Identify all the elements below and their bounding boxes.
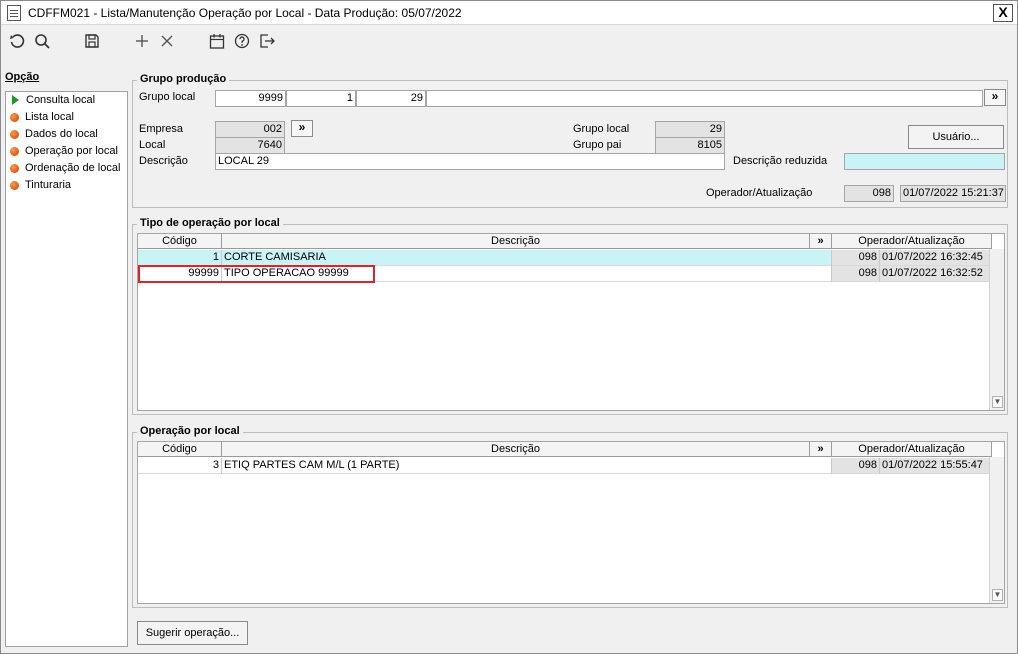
column-header-operador[interactable]: Operador/Atualização (832, 234, 992, 249)
descricao-reduzida-label: Descrição reduzida (733, 155, 828, 167)
grupo-pai-label: Grupo pai (573, 139, 622, 151)
local-field[interactable]: 7640 (215, 137, 285, 154)
tipo-operacao-table: Código Descrição » Operador/Atualização … (137, 233, 1005, 411)
title-bar: CDFFM021 - Lista/Manutenção Operação por… (1, 1, 1017, 25)
orange-dot-icon (10, 163, 19, 173)
save-icon[interactable] (82, 31, 102, 51)
operacao-local-table: Código Descrição » Operador/Atualização … (137, 441, 1005, 604)
grupo-local-description-field[interactable] (426, 90, 983, 107)
sidebar-item-lista-local[interactable]: Lista local (10, 109, 74, 125)
cell-operador: 098 (832, 458, 880, 474)
cell-data: 01/07/2022 16:32:45 (880, 250, 992, 266)
grupo-local-label: Grupo local (139, 91, 196, 103)
window-title: CDFFM021 - Lista/Manutenção Operação por… (28, 6, 462, 20)
column-header-operador[interactable]: Operador/Atualização (832, 442, 992, 457)
cell-descricao[interactable]: ETIQ PARTES CAM M/L (1 PARTE) (222, 458, 832, 474)
grupo-pai-field[interactable]: 8105 (655, 137, 725, 154)
column-header-descricao[interactable]: Descrição (222, 442, 810, 457)
cell-codigo[interactable]: 1 (138, 250, 222, 266)
toolbar (1, 26, 1017, 56)
operador-field: 098 (844, 185, 894, 202)
usuario-button[interactable]: Usuário... (908, 125, 1004, 149)
group-title: Operação por local (137, 425, 243, 437)
option-list: Consulta local Lista local Dados do loca… (5, 91, 128, 647)
grupo-local-field-2[interactable]: 1 (286, 90, 356, 107)
tipo-operacao-group: Tipo de operação por local Código Descri… (132, 217, 1008, 415)
close-button[interactable]: X (993, 4, 1013, 22)
atualizacao-field: 01/07/2022 15:21:37 (900, 185, 1006, 202)
calendar-icon[interactable] (207, 31, 227, 51)
grupo-local2-field[interactable]: 29 (655, 121, 725, 138)
sidebar-item-operacao-local[interactable]: Operação por local (10, 143, 118, 159)
descricao-field[interactable]: LOCAL 29 (215, 153, 725, 170)
sidebar-item-label: Ordenação de local (25, 162, 121, 174)
vertical-scrollbar[interactable]: ▼ (989, 249, 1004, 410)
empresa-label: Empresa (139, 123, 184, 135)
column-header-codigo[interactable]: Código (138, 442, 222, 457)
grupo-local2-label: Grupo local (573, 123, 630, 135)
sidebar-item-label: Operação por local (25, 145, 118, 157)
selection-highlight (138, 265, 375, 283)
sugerir-operacao-button[interactable]: Sugerir operação... (137, 621, 248, 645)
local-label: Local (139, 139, 166, 151)
vertical-scrollbar[interactable]: ▼ (989, 457, 1004, 603)
cell-data: 01/07/2022 15:55:47 (880, 458, 992, 474)
sidebar-item-dados-local[interactable]: Dados do local (10, 126, 98, 142)
group-title: Grupo produção (137, 73, 230, 85)
cell-operador: 098 (832, 250, 880, 266)
column-header-descricao[interactable]: Descrição (222, 234, 810, 249)
sidebar-item-consulta-local[interactable]: Consulta local (10, 92, 95, 108)
search-icon[interactable] (32, 31, 52, 51)
cell-operador: 098 (832, 266, 880, 282)
cell-descricao[interactable]: CORTE CAMISARIA (222, 250, 832, 266)
grupo-local-field-3[interactable]: 29 (356, 90, 426, 107)
undo-icon[interactable] (7, 31, 27, 51)
operacao-local-group: Operação por local Código Descrição » Op… (132, 425, 1008, 608)
delete-icon[interactable] (157, 31, 177, 51)
orange-dot-icon (10, 129, 19, 139)
sidebar-item-label: Consulta local (26, 94, 96, 106)
column-expand-button[interactable]: » (810, 442, 832, 457)
descricao-label: Descrição (139, 155, 188, 167)
empresa-nav-button[interactable]: » (291, 120, 313, 137)
group-title: Tipo de operação por local (137, 217, 283, 229)
sidebar-item-label: Tinturaria (25, 179, 72, 191)
column-header-codigo[interactable]: Código (138, 234, 222, 249)
grupo-local-field-1[interactable]: 9999 (215, 90, 286, 107)
sidebar-item-tinturaria[interactable]: Tinturaria (10, 177, 71, 193)
orange-dot-icon (10, 180, 19, 190)
column-expand-button[interactable]: » (810, 234, 832, 249)
sidebar-title: Opção (5, 71, 40, 83)
descricao-reduzida-field[interactable] (844, 153, 1005, 170)
document-icon (7, 5, 21, 21)
operador-label: Operador/Atualização (706, 187, 813, 199)
cell-data: 01/07/2022 16:32:52 (880, 266, 992, 282)
add-icon[interactable] (132, 31, 152, 51)
orange-dot-icon (10, 146, 19, 156)
help-icon[interactable] (232, 31, 252, 51)
scroll-down-icon[interactable]: ▼ (992, 396, 1003, 408)
empresa-field[interactable]: 002 (215, 121, 285, 138)
exit-icon[interactable] (257, 31, 277, 51)
sidebar-item-label: Dados do local (25, 128, 98, 140)
scroll-down-icon[interactable]: ▼ (992, 589, 1003, 601)
grupo-producao-group: Grupo produção Grupo local 9999 1 29 » E… (132, 73, 1008, 208)
orange-dot-icon (10, 112, 19, 122)
green-triangle-icon (12, 95, 19, 105)
sidebar-item-label: Lista local (25, 111, 74, 123)
main-window: CDFFM021 - Lista/Manutenção Operação por… (0, 0, 1018, 654)
option-sidebar: Opção Consulta local Lista local Dados d… (4, 71, 128, 649)
sidebar-item-ordenacao-local[interactable]: Ordenação de local (10, 160, 120, 176)
cell-codigo[interactable]: 3 (138, 458, 222, 474)
grupo-local-nav-button[interactable]: » (984, 89, 1006, 106)
